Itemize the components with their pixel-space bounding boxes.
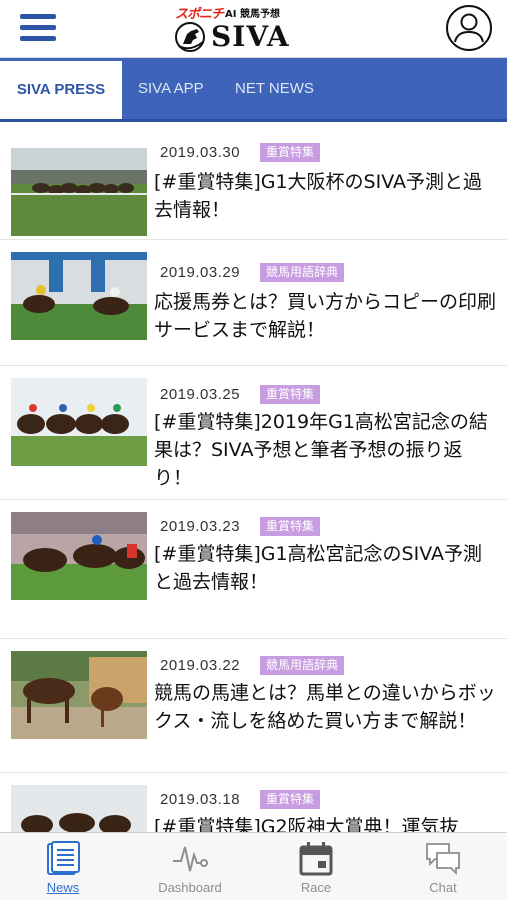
category-badge: 重賞特集 bbox=[260, 143, 321, 162]
article-date: 2019.03.29 bbox=[160, 264, 241, 281]
race-photo-icon bbox=[11, 785, 147, 832]
nav-chat-label: Chat bbox=[429, 880, 457, 895]
nav-chat[interactable]: Chat bbox=[380, 833, 506, 900]
logo-siva-text: SIVA bbox=[211, 20, 290, 53]
calendar-icon bbox=[299, 842, 333, 876]
article-item[interactable]: 2019.03.18 重賞特集 [#重賞特集]G2阪神大賞典！運気抜 bbox=[0, 773, 507, 832]
article-title[interactable]: [#重賞特集]2019年G1高松宮記念の結果は？SIVA予想と筆者予想の振り返り… bbox=[154, 408, 499, 492]
article-title[interactable]: [#重賞特集]G1高松宮記念のSIVA予測と過去情報！ bbox=[154, 540, 499, 596]
article-date: 2019.03.22 bbox=[160, 657, 241, 674]
bottom-navigation: News Dashboard Race Chat bbox=[0, 832, 507, 900]
article-item[interactable]: 2019.03.25 重賞特集 [#重賞特集]2019年G1高松宮記念の結果は？… bbox=[0, 366, 507, 500]
article-title[interactable]: 応援馬券とは？買い方からコピーの印刷サービスまで解説！ bbox=[154, 288, 499, 344]
logo-subtitle: AI 競馬予想 bbox=[225, 8, 280, 20]
article-thumbnail bbox=[11, 252, 147, 340]
article-item[interactable]: 2019.03.22 競馬用語辞典 競馬の馬連とは？馬単との違いからボックス・流… bbox=[0, 639, 507, 773]
nav-news[interactable]: News bbox=[0, 833, 126, 900]
article-list: 2019.03.30 重賞特集 [#重賞特集]G1大阪杯のSIVA予測と過去情報… bbox=[0, 122, 507, 832]
article-title[interactable]: [#重賞特集]G1大阪杯のSIVA予測と過去情報！ bbox=[154, 168, 499, 224]
chat-bubbles-icon bbox=[426, 843, 460, 876]
category-badge: 重賞特集 bbox=[260, 517, 321, 536]
article-thumbnail bbox=[11, 785, 147, 832]
nav-race[interactable]: Race bbox=[253, 833, 379, 900]
category-tabs: SIVA PRESS SIVA APP NET NEWS bbox=[0, 58, 507, 122]
category-badge: 重賞特集 bbox=[260, 790, 321, 809]
article-date: 2019.03.30 bbox=[160, 144, 241, 161]
horse-logo-icon bbox=[175, 22, 205, 52]
article-date: 2019.03.25 bbox=[160, 386, 241, 403]
news-document-icon bbox=[47, 841, 80, 875]
article-thumbnail bbox=[11, 378, 147, 466]
nav-race-label: Race bbox=[300, 880, 332, 895]
logo-brand: スポニチ bbox=[175, 6, 224, 22]
race-photo-icon bbox=[11, 148, 147, 236]
user-profile-icon[interactable] bbox=[445, 4, 493, 52]
tab-siva-press[interactable]: SIVA PRESS bbox=[0, 58, 122, 119]
race-photo-icon bbox=[11, 512, 147, 600]
article-date: 2019.03.23 bbox=[160, 518, 241, 535]
tab-net-news[interactable]: NET NEWS bbox=[235, 58, 314, 119]
category-badge: 競馬用語辞典 bbox=[260, 656, 345, 675]
tab-siva-app[interactable]: SIVA APP bbox=[138, 58, 204, 119]
article-title[interactable]: 競馬の馬連とは？馬単との違いからボックス・流しを絡めた買い方まで解説！ bbox=[154, 679, 499, 735]
race-photo-icon bbox=[11, 378, 147, 466]
race-photo-icon bbox=[11, 252, 147, 340]
article-date: 2019.03.18 bbox=[160, 791, 241, 808]
article-item[interactable]: 2019.03.29 競馬用語辞典 応援馬券とは？買い方からコピーの印刷サービス… bbox=[0, 240, 507, 366]
hamburger-menu-icon[interactable] bbox=[20, 14, 56, 44]
nav-dashboard[interactable]: Dashboard bbox=[127, 833, 253, 900]
article-title[interactable]: [#重賞特集]G2阪神大賞典！運気抜 bbox=[154, 813, 499, 832]
pulse-line-icon bbox=[173, 846, 208, 872]
app-logo: スポニチ AI 競馬予想 SIVA bbox=[175, 4, 295, 54]
category-badge: 重賞特集 bbox=[260, 385, 321, 404]
article-thumbnail bbox=[11, 651, 147, 739]
article-item[interactable]: 2019.03.30 重賞特集 [#重賞特集]G1大阪杯のSIVA予測と過去情報… bbox=[0, 122, 507, 240]
nav-news-label: News bbox=[46, 880, 80, 895]
category-badge: 競馬用語辞典 bbox=[260, 263, 345, 282]
article-thumbnail bbox=[11, 148, 147, 236]
article-item[interactable]: 2019.03.23 重賞特集 [#重賞特集]G1高松宮記念のSIVA予測と過去… bbox=[0, 500, 507, 639]
app-header: スポニチ AI 競馬予想 SIVA bbox=[0, 0, 507, 58]
article-thumbnail bbox=[11, 512, 147, 600]
nav-dashboard-label: Dashboard bbox=[158, 880, 222, 895]
race-photo-icon bbox=[11, 651, 147, 739]
